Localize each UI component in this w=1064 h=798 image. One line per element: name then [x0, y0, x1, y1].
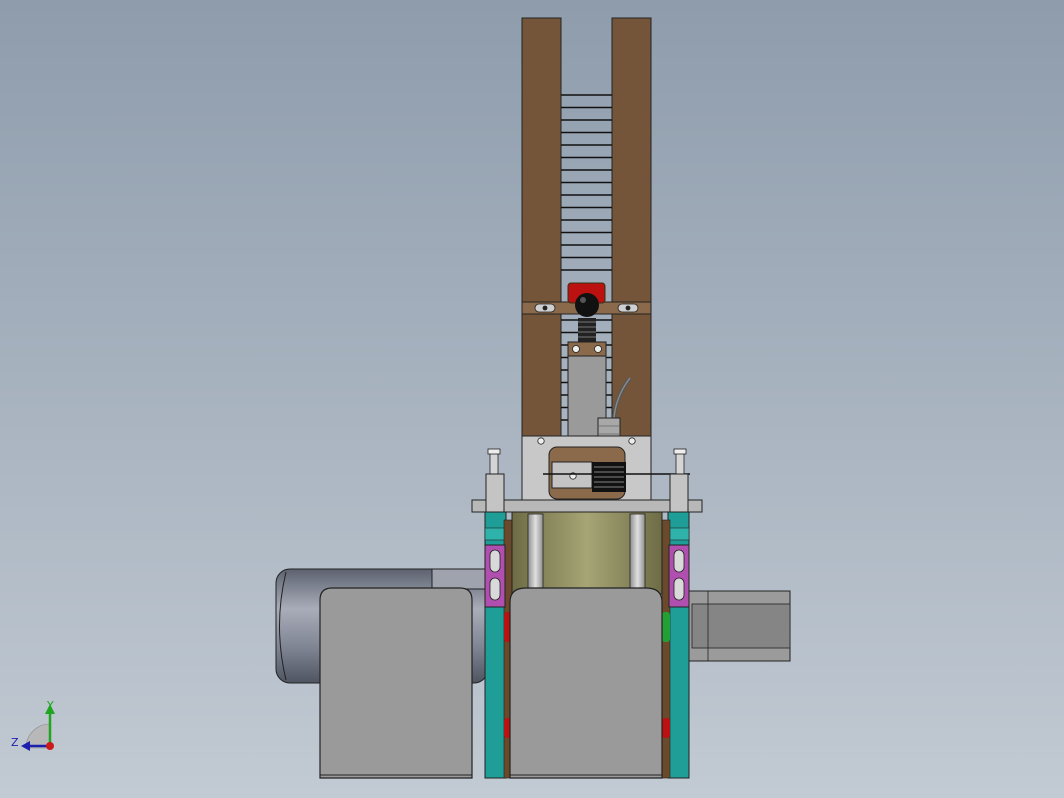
bearing-plate-left: [484, 544, 506, 608]
clamp-block: [567, 341, 607, 357]
assembly-drawing: [21, 17, 791, 779]
wooden-guide-right: [611, 17, 652, 439]
cad-viewport[interactable]: Y Z: [0, 0, 1064, 798]
z-axis-label: Z: [11, 736, 19, 749]
center-guard: [509, 587, 663, 779]
side-bolt-left: [487, 448, 501, 477]
bearing-plate-right: [668, 544, 690, 608]
side-bolt-right: [673, 448, 687, 477]
right-gearbox: [687, 590, 791, 662]
drive-roller: [511, 511, 663, 595]
y-axis-label: Y: [47, 699, 54, 712]
wooden-guide-left: [521, 17, 562, 439]
motor-guard: [319, 587, 473, 779]
